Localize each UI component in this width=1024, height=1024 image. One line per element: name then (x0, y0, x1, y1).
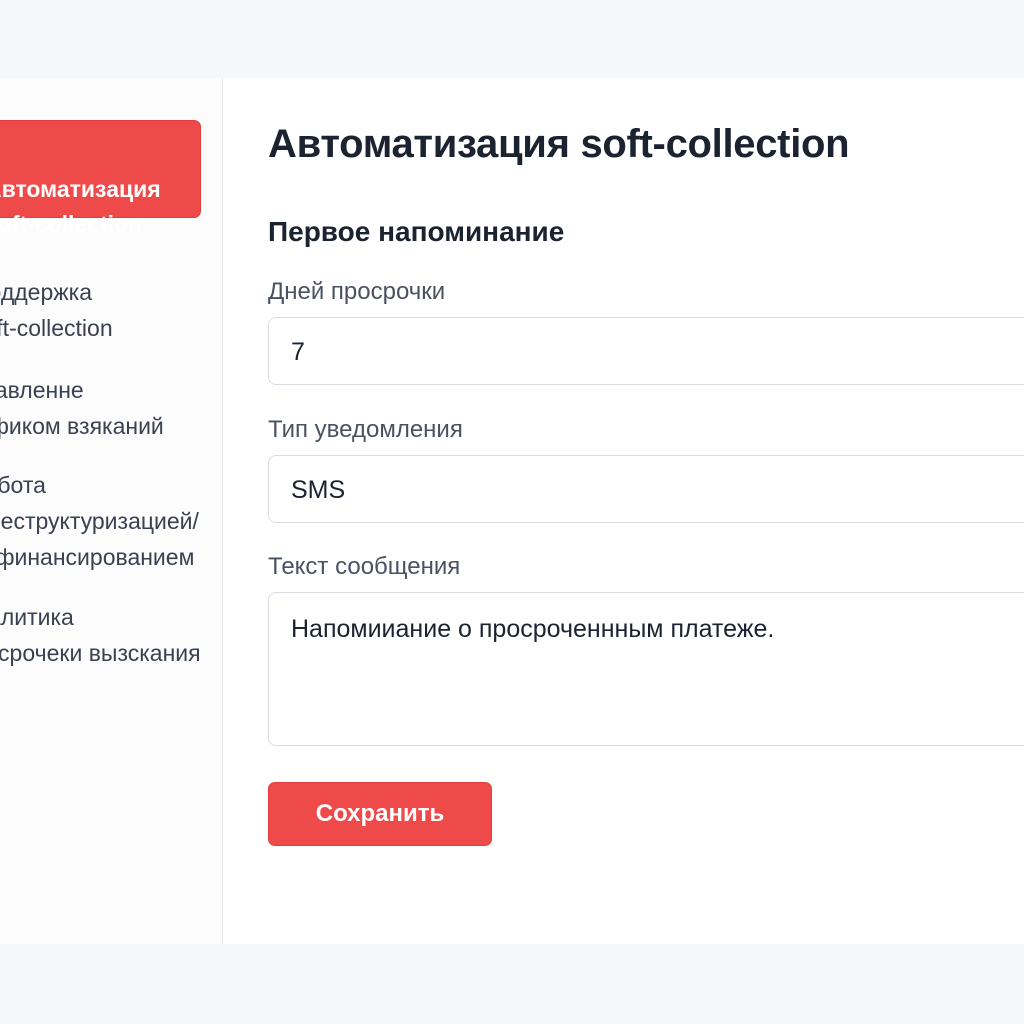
main-content: Автоматизация soft-collection Первое нап… (268, 78, 1024, 944)
sidebar-item-label: Автоматизация soft-collection (0, 176, 161, 237)
message-text-label: Текст сообщения (268, 553, 461, 580)
sidebar-item-label: Управленне графиком взяканий (0, 377, 164, 439)
save-button[interactable]: Сохранить (268, 782, 492, 846)
days-overdue-field[interactable]: 7 (268, 317, 1024, 385)
app-panel: Автоматизация soft-collection Поддержка … (0, 78, 1024, 944)
notification-type-value: SMS (291, 476, 346, 504)
sidebar-item-support[interactable]: Поддержка soft-collection (0, 238, 222, 346)
sidebar-item-label: Работа с реструктуризацией/ рефинансиров… (0, 472, 199, 570)
sidebar-item-label: Поддержка soft-collection (0, 279, 113, 341)
page-title: Автоматизация soft-collection (268, 122, 850, 166)
sidebar-item-soft-collection-automation[interactable]: Автоматизация soft-collection (0, 120, 201, 237)
message-text-area[interactable]: Напомииание о просроченнным платеже. (268, 592, 1024, 746)
notification-type-select[interactable]: SMS (268, 455, 1024, 523)
sidebar-item-analytics[interactable]: Аналитика просрочеки вызскания (0, 563, 222, 671)
sidebar: Автоматизация soft-collection Поддержка … (0, 78, 223, 944)
message-text-value: Напомииание о просроченнным платеже. (291, 615, 775, 643)
sidebar-item-restructuring[interactable]: Работа с реструктуризацией/ рефинансиров… (0, 431, 222, 575)
days-overdue-label: Дней просрочки (268, 278, 446, 305)
section-title: Первое напоминание (268, 216, 565, 247)
sidebar-item-label: Аналитика просрочеки вызскания (0, 604, 201, 666)
days-overdue-value: 7 (291, 338, 305, 366)
notification-type-label: Тип уведомления (268, 416, 463, 443)
sidebar-item-schedule[interactable]: Управленне графиком взяканий (0, 336, 222, 444)
